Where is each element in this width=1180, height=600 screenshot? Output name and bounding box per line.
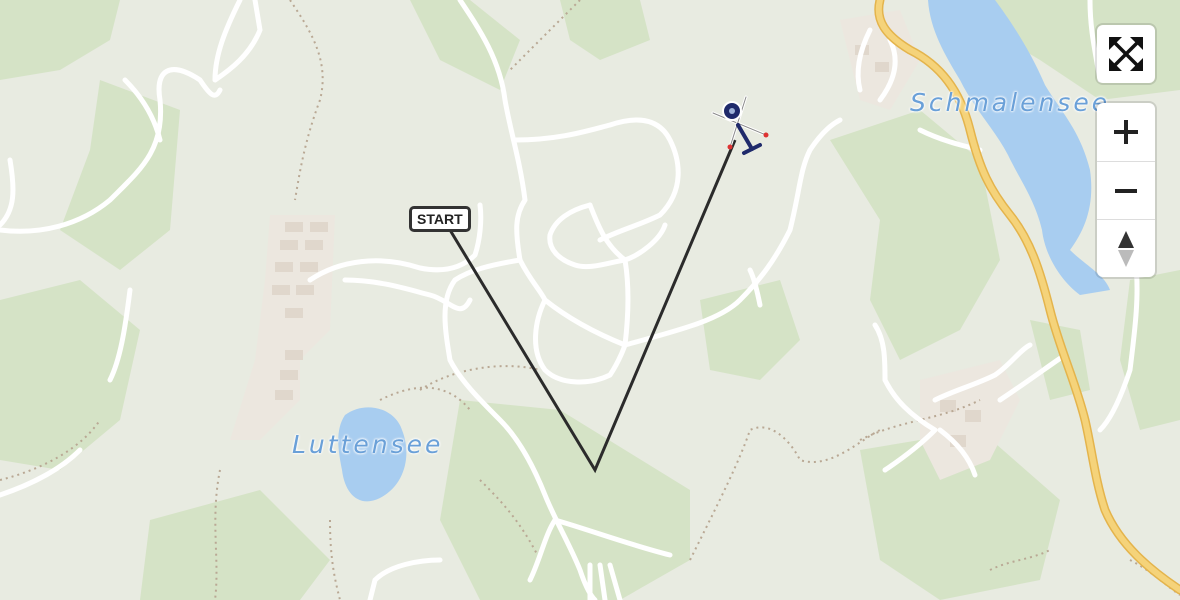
plus-icon: [1112, 118, 1140, 146]
lake-label-luttensee: Luttensee: [292, 430, 444, 459]
zoom-controls: [1097, 103, 1155, 277]
fullscreen-button[interactable]: [1097, 25, 1155, 83]
helicopter-icon[interactable]: [711, 95, 769, 155]
lake-label-schmalensee: Schmalensee: [910, 88, 1111, 117]
fullscreen-icon: [1106, 34, 1146, 74]
compass-icon: [1114, 229, 1138, 269]
start-marker[interactable]: START: [409, 206, 471, 232]
minus-icon: [1112, 177, 1140, 205]
fullscreen-control: [1097, 25, 1155, 83]
zoom-in-button[interactable]: [1097, 103, 1155, 161]
zoom-out-button[interactable]: [1097, 161, 1155, 219]
compass-button[interactable]: [1097, 219, 1155, 277]
buildings: [272, 45, 981, 447]
